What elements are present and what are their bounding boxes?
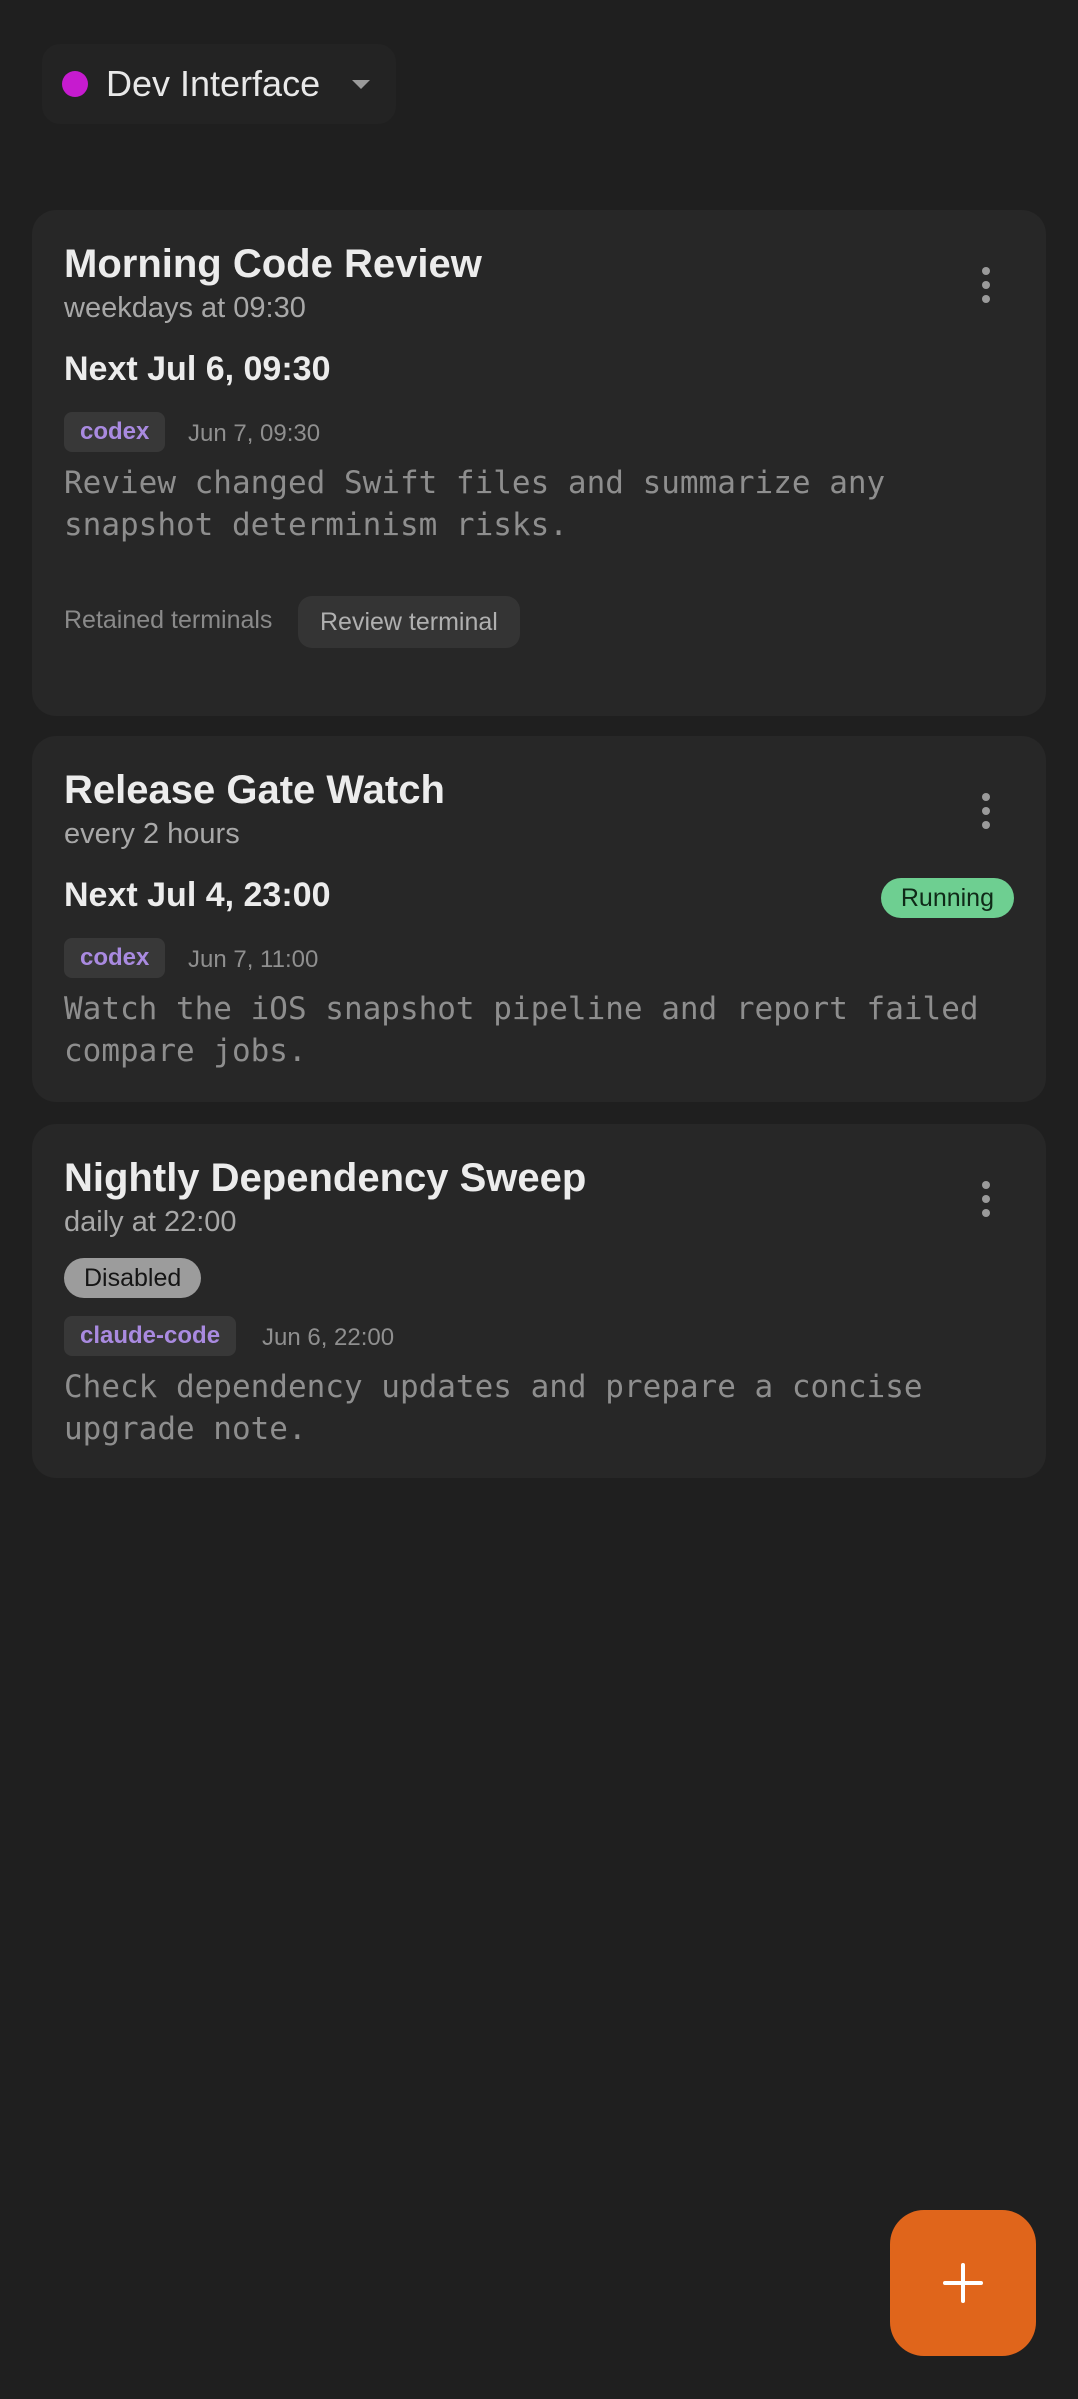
more-options-button[interactable] bbox=[966, 1169, 1006, 1229]
chevron-down-icon bbox=[352, 79, 371, 89]
workspace-name: Dev Interface bbox=[106, 63, 321, 104]
last-run-time: Jun 7, 09:30 bbox=[188, 420, 321, 447]
automation-card[interactable]: Morning Code Review weekdays at 09:30 Ne… bbox=[32, 210, 1046, 716]
next-run: Next Jul 6, 09:30 bbox=[64, 350, 331, 388]
automation-card[interactable]: Nightly Dependency Sweep daily at 22:00 … bbox=[32, 1124, 1046, 1478]
automation-title: Release Gate Watch bbox=[64, 768, 445, 812]
status-badge: Running bbox=[880, 878, 1014, 918]
more-vert-icon bbox=[982, 1181, 990, 1189]
automation-prompt: Check dependency updates and prepare a c… bbox=[64, 1369, 923, 1447]
more-vert-icon bbox=[982, 267, 990, 275]
automation-prompt: Review changed Swift files and summarize… bbox=[64, 465, 886, 543]
retained-terminal-chip[interactable]: Review terminal bbox=[298, 596, 520, 648]
agent-chip: codex bbox=[64, 412, 166, 452]
more-options-button[interactable] bbox=[966, 781, 1006, 841]
agent-chip: claude-code bbox=[64, 1316, 237, 1356]
workspace-selector[interactable]: Dev Interface bbox=[42, 44, 397, 124]
retained-terminals-label: Retained terminals bbox=[64, 606, 273, 634]
status-badge: Disabled bbox=[64, 1258, 202, 1298]
automation-schedule: daily at 22:00 bbox=[64, 1206, 237, 1238]
automation-schedule: weekdays at 09:30 bbox=[64, 292, 306, 324]
agent-chip: codex bbox=[64, 938, 166, 978]
automation-prompt: Watch the iOS snapshot pipeline and repo… bbox=[64, 991, 979, 1069]
automation-title: Nightly Dependency Sweep bbox=[64, 1156, 587, 1200]
more-options-button[interactable] bbox=[966, 255, 1006, 315]
automation-schedule: every 2 hours bbox=[64, 818, 240, 850]
more-vert-icon bbox=[982, 793, 990, 801]
automation-card[interactable]: Release Gate Watch every 2 hours Next Ju… bbox=[32, 736, 1046, 1102]
add-automation-button[interactable] bbox=[890, 2210, 1036, 2356]
next-run: Next Jul 4, 23:00 bbox=[64, 876, 331, 914]
workspace-color-dot bbox=[62, 71, 88, 97]
automation-title: Morning Code Review bbox=[64, 242, 482, 286]
last-run-time: Jun 7, 11:00 bbox=[188, 946, 319, 973]
plus-icon bbox=[943, 2263, 983, 2303]
last-run-time: Jun 6, 22:00 bbox=[262, 1324, 395, 1351]
